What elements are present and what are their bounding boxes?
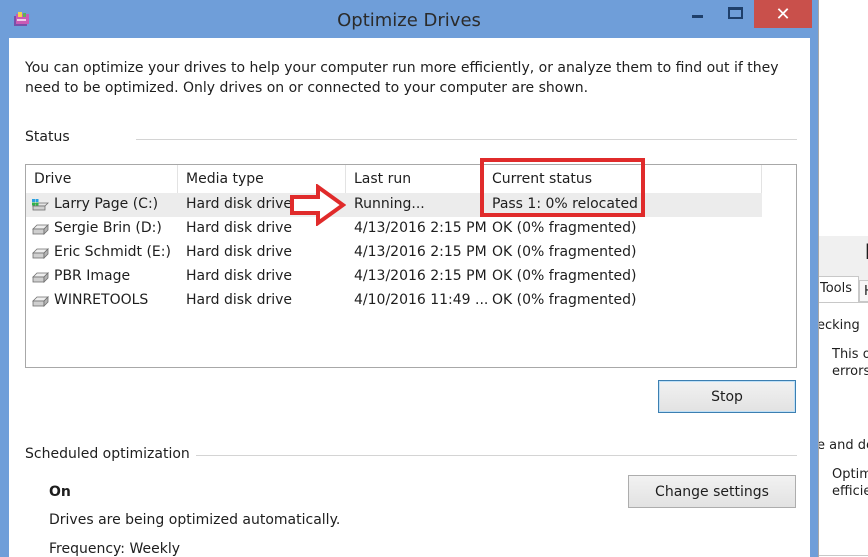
- scheduled-group-label: Scheduled optimization: [25, 446, 190, 462]
- schedule-description: Drives are being optimized automatically…: [49, 512, 341, 528]
- drive-media-type: Hard disk drive: [186, 292, 293, 308]
- drive-last-run: Running...: [354, 196, 425, 212]
- drive-icon: [32, 248, 49, 259]
- drive-name: WINRETOOLS: [54, 292, 149, 308]
- maximize-icon: [727, 7, 743, 19]
- drive-last-run: 4/13/2016 2:15 PM: [354, 268, 487, 284]
- drive-media-type: Hard disk drive: [186, 196, 293, 212]
- background-text-errors: errors.: [832, 364, 868, 379]
- schedule-state: On: [49, 484, 71, 500]
- close-icon: ✕: [775, 3, 791, 25]
- minimize-button[interactable]: [680, 0, 714, 26]
- drive-last-run: 4/10/2016 11:49 ...: [354, 292, 489, 308]
- window-content: You can optimize your drives to help you…: [9, 38, 810, 557]
- drive-icon: [32, 224, 49, 235]
- background-text-effici: efficien: [832, 484, 868, 499]
- drive-row-selected[interactable]: Larry Page (C:) Hard disk drive Running.…: [26, 193, 762, 217]
- minimize-icon: [691, 14, 703, 18]
- title-bar[interactable]: Optimize Drives ✕: [0, 0, 818, 38]
- drive-name: PBR Image: [54, 268, 131, 284]
- background-tab-panel: [819, 302, 868, 556]
- drive-media-type: Hard disk drive: [186, 244, 293, 260]
- drive-media-type: Hard disk drive: [186, 268, 293, 284]
- drive-row[interactable]: WINRETOOLS Hard disk drive 4/10/2016 11:…: [26, 289, 762, 313]
- drive-icon: [32, 296, 49, 307]
- drive-current-status: OK (0% fragmented): [492, 292, 637, 308]
- intro-text-line-1: You can optimize your drives to help you…: [25, 60, 779, 76]
- intro-text-line-2: need to be optimized. Only drives on or …: [25, 80, 589, 96]
- background-text-optim: Optimi: [832, 467, 868, 482]
- stop-button[interactable]: Stop: [658, 380, 796, 413]
- change-settings-button[interactable]: Change settings: [628, 475, 796, 508]
- background-text-this: This o: [832, 347, 868, 362]
- schedule-frequency: Frequency: Weekly: [49, 541, 181, 557]
- drive-current-status: OK (0% fragmented): [492, 244, 637, 260]
- maximize-button[interactable]: [718, 0, 752, 26]
- drive-current-status: OK (0% fragmented): [492, 268, 637, 284]
- drive-name: Sergie Brin (D:): [54, 220, 162, 236]
- column-header-drive[interactable]: Drive: [26, 165, 178, 193]
- drive-name: Larry Page (C:): [54, 196, 159, 212]
- status-group-divider: [136, 139, 797, 140]
- background-tab-tools[interactable]: Tools: [819, 276, 859, 303]
- drive-row[interactable]: PBR Image Hard disk drive 4/13/2016 2:15…: [26, 265, 762, 289]
- background-text-checking: ecking: [818, 318, 860, 333]
- close-button[interactable]: ✕: [754, 0, 812, 28]
- drive-name: Eric Schmidt (E:): [54, 244, 171, 260]
- background-tab-h[interactable]: H: [859, 280, 868, 302]
- scheduled-group-divider: [196, 455, 797, 456]
- drive-row[interactable]: Eric Schmidt (E:) Hard disk drive 4/13/2…: [26, 241, 762, 265]
- column-header-last-run[interactable]: Last run: [346, 165, 484, 193]
- optimize-drives-window: Optimize Drives ✕ You can optimize your …: [0, 0, 818, 557]
- background-text-and-de: e and de: [819, 438, 868, 453]
- drive-last-run: 4/13/2016 2:15 PM: [354, 244, 487, 260]
- system-drive-icon: [32, 199, 49, 211]
- annotation-highlight-box: [480, 158, 645, 217]
- drive-media-type: Hard disk drive: [186, 220, 293, 236]
- annotation-arrow-icon: [290, 184, 346, 226]
- drive-current-status: OK (0% fragmented): [492, 220, 637, 236]
- drive-icon: [32, 272, 49, 283]
- drive-row[interactable]: Sergie Brin (D:) Hard disk drive 4/13/20…: [26, 217, 762, 241]
- status-group-label: Status: [25, 129, 70, 145]
- drive-last-run: 4/13/2016 2:15 PM: [354, 220, 487, 236]
- drive-list[interactable]: Drive Media type Last run Current status…: [25, 164, 797, 368]
- background-window: l Tools H ecking This o errors. e and de…: [818, 0, 868, 557]
